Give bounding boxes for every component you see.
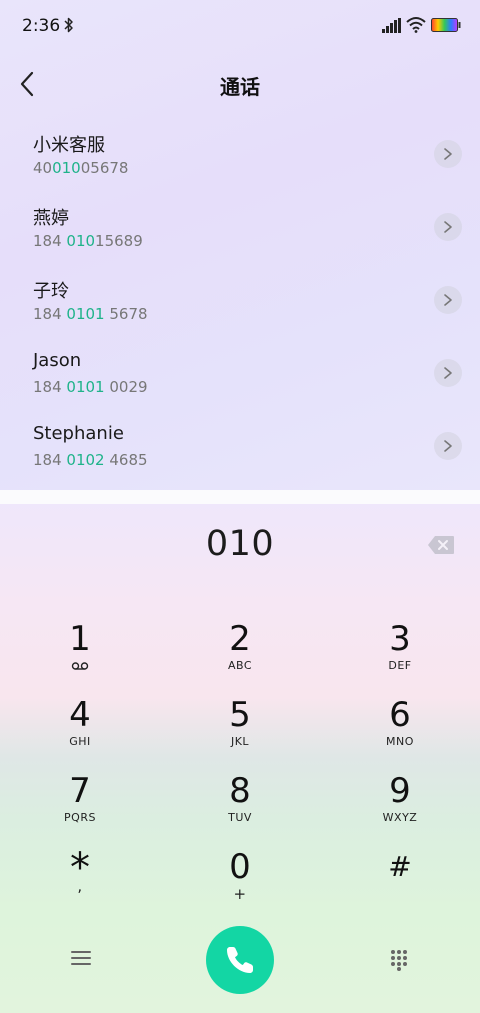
chevron-right-icon xyxy=(444,148,452,160)
contact-name: Stephanie xyxy=(33,423,124,444)
contact-number: 184 0102 4685 xyxy=(33,451,148,469)
contact-number: 184 0101 0029 xyxy=(33,378,148,396)
wifi-icon xyxy=(406,17,426,33)
chevron-right-icon xyxy=(444,440,452,452)
key-hash[interactable]: # xyxy=(345,847,455,917)
contact-row[interactable]: 小米客服 4001005678 xyxy=(0,120,480,193)
matched-digits: 0101 xyxy=(66,305,105,323)
backspace-icon[interactable] xyxy=(427,535,455,555)
contact-row[interactable]: 燕婷 184 01015689 xyxy=(0,193,480,266)
contact-number: 184 01015689 xyxy=(33,232,143,250)
contact-name: 小米客服 xyxy=(33,135,105,156)
key-7[interactable]: 7 PQRS xyxy=(25,771,135,841)
matched-digits: 010 xyxy=(52,159,81,177)
key-3[interactable]: 3 DEF xyxy=(345,619,455,689)
contact-row[interactable]: 子玲 184 0101 5678 xyxy=(0,266,480,339)
status-time: 2:36 xyxy=(22,16,61,36)
chevron-right-icon xyxy=(444,367,452,379)
key-star[interactable]: * , xyxy=(25,847,135,917)
contact-detail-button[interactable] xyxy=(434,140,462,168)
key-4[interactable]: 4 GHI xyxy=(25,695,135,765)
contact-name: Jason xyxy=(33,350,82,371)
phone-icon xyxy=(227,947,253,973)
contact-detail-button[interactable] xyxy=(434,286,462,314)
contact-name: 子玲 xyxy=(33,281,69,302)
voicemail-icon xyxy=(71,662,89,670)
dialed-number-display[interactable]: 010 xyxy=(0,524,480,564)
key-5[interactable]: 5 JKL xyxy=(185,695,295,765)
key-9[interactable]: 9 WXYZ xyxy=(345,771,455,841)
contact-detail-button[interactable] xyxy=(434,213,462,241)
page-title: 通话 xyxy=(220,75,260,99)
contact-row[interactable]: Stephanie 184 0102 4685 xyxy=(0,412,480,485)
contact-number: 4001005678 xyxy=(33,159,129,177)
key-1[interactable]: 1 xyxy=(25,619,135,689)
chevron-right-icon xyxy=(444,221,452,233)
contact-name: 燕婷 xyxy=(33,208,69,229)
matched-digits: 0101 xyxy=(66,378,105,396)
section-divider xyxy=(0,490,480,504)
key-0[interactable]: 0 + xyxy=(185,847,295,917)
contact-number: 184 0101 5678 xyxy=(33,305,148,323)
contact-detail-button[interactable] xyxy=(434,359,462,387)
chevron-right-icon xyxy=(444,294,452,306)
contact-detail-button[interactable] xyxy=(434,432,462,460)
call-button[interactable] xyxy=(206,926,274,994)
matched-digits: 010 xyxy=(66,232,96,250)
key-8[interactable]: 8 TUV xyxy=(185,771,295,841)
menu-icon[interactable] xyxy=(70,949,92,967)
contact-row[interactable]: Jason 184 0101 0029 xyxy=(0,339,480,412)
key-6[interactable]: 6 MNO xyxy=(345,695,455,765)
battery-icon xyxy=(431,18,461,32)
status-bar: 2:36 xyxy=(0,0,480,50)
bluetooth-icon xyxy=(64,17,73,33)
dialer-screen: 2:36 通话 小米客服 4001005678 燕婷 184 01015689 … xyxy=(0,0,480,1013)
matched-digits: 0102 xyxy=(66,451,105,469)
dialpad-icon[interactable] xyxy=(389,949,409,971)
signal-icon xyxy=(382,18,401,33)
key-2[interactable]: 2 ABC xyxy=(185,619,295,689)
